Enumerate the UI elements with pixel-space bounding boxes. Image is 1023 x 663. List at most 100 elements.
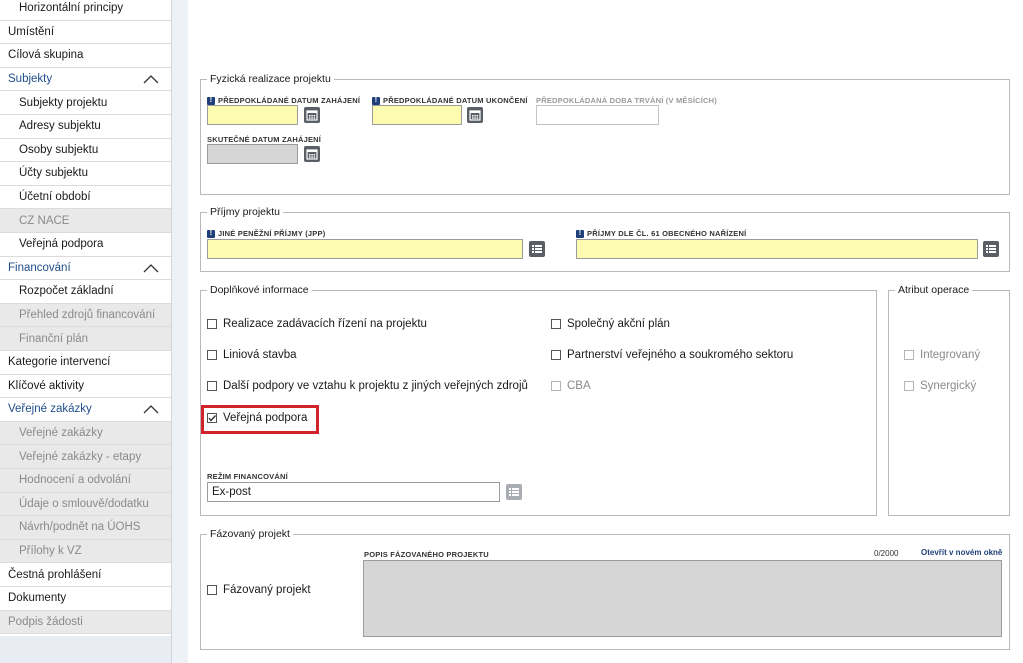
checkbox-phased-project[interactable]: Fázovaný projekt [207, 584, 311, 596]
sidebar-item-verejne-zakazky[interactable]: Veřejné zakázky [0, 421, 171, 446]
checkbox-box[interactable] [207, 381, 217, 391]
phased-description-textarea[interactable] [363, 560, 1002, 637]
label-actual-start: SKUTEČNÉ DATUM ZAHÁJENÍ [207, 135, 322, 144]
sidebar-item-rozpocet-zakladni[interactable]: Rozpočet základní [0, 280, 171, 304]
open-new-window-link[interactable]: Otevřít v novém okně [921, 548, 1002, 557]
required-icon: ! [207, 229, 215, 238]
checkbox-box[interactable] [207, 585, 217, 595]
checkbox-joint-action-plan[interactable]: Společný akční plán [551, 318, 670, 330]
sidebar-item-financni-plan[interactable]: Finanční plán [0, 327, 171, 351]
sidebar-item-cz-nace[interactable]: CZ NACE [0, 209, 171, 233]
chevron-up-icon[interactable] [143, 404, 159, 414]
sidebar-item-label: Účty subjektu [19, 167, 89, 180]
sidebar-item-horizontalni-principy[interactable]: Horizontální principy [0, 0, 171, 21]
list-icon[interactable] [983, 241, 999, 257]
sidebar-item-label: Umístění [8, 25, 55, 38]
sidebar-item-label: Účetní období [19, 191, 91, 204]
sidebar-item-label: Veřejné zakázky - etapy [19, 450, 142, 463]
checkbox-box[interactable] [207, 350, 217, 360]
fieldset-additional-info: Doplňkové informace Realizace zadávacích… [200, 284, 877, 516]
checkbox-box[interactable] [904, 350, 914, 360]
sidebar-item-cestna-prohlaseni[interactable]: Čestná prohlášení [0, 563, 171, 587]
sidebar-item-klicove-aktivity[interactable]: Klíčové aktivity [0, 374, 171, 399]
sidebar-item-label: CZ NACE [19, 214, 70, 227]
checkbox-box[interactable] [207, 319, 217, 329]
sidebar-item-prilohy-k-vz[interactable]: Přílohy k VZ [0, 539, 171, 564]
sidebar-item-prehled-zdroju-financovani[interactable]: Přehled zdrojů financování [0, 303, 171, 328]
sidebar-item-ucetni-obdobi[interactable]: Účetní období [0, 185, 171, 210]
checkbox-cba[interactable]: CBA [551, 380, 591, 392]
checkbox-linear-construction[interactable]: Liniová stavba [207, 349, 297, 361]
list-icon[interactable] [506, 484, 522, 500]
sidebar-item-label: Veřejná podpora [19, 238, 104, 251]
chevron-up-icon[interactable] [143, 74, 159, 84]
sidebar-item-udaje-o-smlouve-dodatku[interactable]: Údaje o smlouvě/dodatku [0, 492, 171, 517]
sidebar-item-label: Financování [8, 261, 71, 274]
label-cl61: ! PŘÍJMY DLE ČL. 61 OBECNÉHO NAŘÍZENÍ [576, 229, 746, 238]
list-icon[interactable] [529, 241, 545, 257]
sidebar-item-label: Horizontální principy [19, 2, 124, 15]
sidebar-item-dokumenty[interactable]: Dokumenty [0, 587, 171, 611]
sidebar-item-label: Návrh/podnět na ÚOHS [19, 521, 141, 534]
sidebar-item-label: Klíčové aktivity [8, 379, 85, 392]
sidebar-item-kategorie-intervenci[interactable]: Kategorie intervencí [0, 351, 171, 375]
sidebar-item-podpis-zadosti[interactable]: Podpis žádosti [0, 610, 171, 635]
financing-mode-input[interactable] [207, 482, 500, 502]
sidebar-item-label: Adresy subjektu [19, 120, 101, 133]
sidebar-item-osoby-subjektu[interactable]: Osoby subjektu [0, 138, 171, 163]
legend-project-income: Příjmy projektu [207, 206, 284, 218]
planned-duration-input[interactable] [536, 105, 659, 125]
checkbox-box[interactable] [551, 381, 561, 391]
legend-phased-project: Fázovaný projekt [207, 528, 293, 540]
sidebar-item-verejna-podpora[interactable]: Veřejná podpora [0, 233, 171, 257]
sidebar-item-subjekty[interactable]: Subjekty [0, 67, 171, 92]
sidebar-item-subjekty-projektu[interactable]: Subjekty projektu [0, 91, 171, 115]
sidebar-item-hodnoceni-a-odvolani[interactable]: Hodnocení a odvolání [0, 469, 171, 493]
sidebar-item-label: Veřejné zakázky [8, 403, 92, 416]
checkbox-other-support[interactable]: Další podpory ve vztahu k projektu z jin… [207, 380, 528, 392]
sidebar-item-label: Čestná prohlášení [8, 568, 102, 581]
fieldset-physical-realization: Fyzická realizace projektu ! PŘEDPOKLÁDA… [200, 73, 1010, 195]
cl61-input[interactable] [576, 239, 978, 259]
fieldset-phased-project: Fázovaný projekt Fázovaný projekt POPIS … [200, 528, 1010, 650]
sidebar-item-label: Kategorie intervencí [8, 356, 111, 369]
sidebar-nav: Horizontální principy Umístění Cílová skup… [0, 0, 172, 663]
label-planned-end: ! PŘEDPOKLÁDANÉ DATUM UKONČENÍ [372, 96, 528, 105]
checkbox-integrated[interactable]: Integrovaný [904, 349, 980, 361]
label-planned-start: ! PŘEDPOKLÁDANÉ DATUM ZAHÁJENÍ [207, 96, 360, 105]
chevron-up-icon[interactable] [143, 263, 159, 273]
checkbox-synergic[interactable]: Synergický [904, 380, 976, 392]
planned-start-date-input[interactable] [207, 105, 298, 125]
calendar-icon[interactable] [467, 107, 483, 123]
actual-start-date-input[interactable] [207, 144, 298, 164]
sidebar-item-verejne-zakazky[interactable]: Veřejné zakázky [0, 398, 171, 422]
sidebar-item-label: Dokumenty [8, 592, 67, 605]
char-counter: 0/2000 [874, 549, 899, 558]
jpp-input[interactable] [207, 239, 523, 259]
fieldset-operation-attribute: Atribut operace Integrovaný Synergický [888, 284, 1010, 516]
sidebar-item-ucty-subjektu[interactable]: Účty subjektu [0, 162, 171, 186]
sidebar-item-label: Údaje o smlouvě/dodatku [19, 497, 149, 510]
sidebar-footer [0, 636, 171, 663]
sidebar-item-cilova-skupina[interactable]: Cílová skupina [0, 44, 171, 68]
checkbox-box[interactable] [904, 381, 914, 391]
calendar-icon[interactable] [304, 107, 320, 123]
sidebar-item-verejne-zakazky-etapy[interactable]: Veřejné zakázky - etapy [0, 445, 171, 469]
calendar-icon[interactable] [304, 146, 320, 162]
sidebar-item-label: Hodnocení a odvolání [19, 474, 131, 487]
planned-end-date-input[interactable] [372, 105, 462, 125]
checkbox-box[interactable] [551, 319, 561, 329]
sidebar-item-navrh-podnet-na-uohs[interactable]: Návrh/podnět na ÚOHS [0, 516, 171, 540]
checkbox-ppp[interactable]: Partnerství veřejného a soukromého sekto… [551, 349, 793, 361]
sidebar-item-adresy-subjektu[interactable]: Adresy subjektu [0, 115, 171, 139]
required-icon: ! [372, 96, 380, 105]
sidebar-item-label: Subjekty [8, 73, 53, 86]
required-icon: ! [207, 96, 215, 105]
sidebar-item-umisteni[interactable]: Umístění [0, 20, 171, 45]
sidebar-item-financovani[interactable]: Financování [0, 256, 171, 281]
checkbox-procurement[interactable]: Realizace zadávacích řízení na projektu [207, 318, 427, 330]
legend-additional-info: Doplňkové informace [207, 284, 312, 296]
sidebar-item-label: Osoby subjektu [19, 143, 99, 156]
sidebar-item-label: Přehled zdrojů financování [19, 309, 156, 322]
checkbox-box[interactable] [551, 350, 561, 360]
